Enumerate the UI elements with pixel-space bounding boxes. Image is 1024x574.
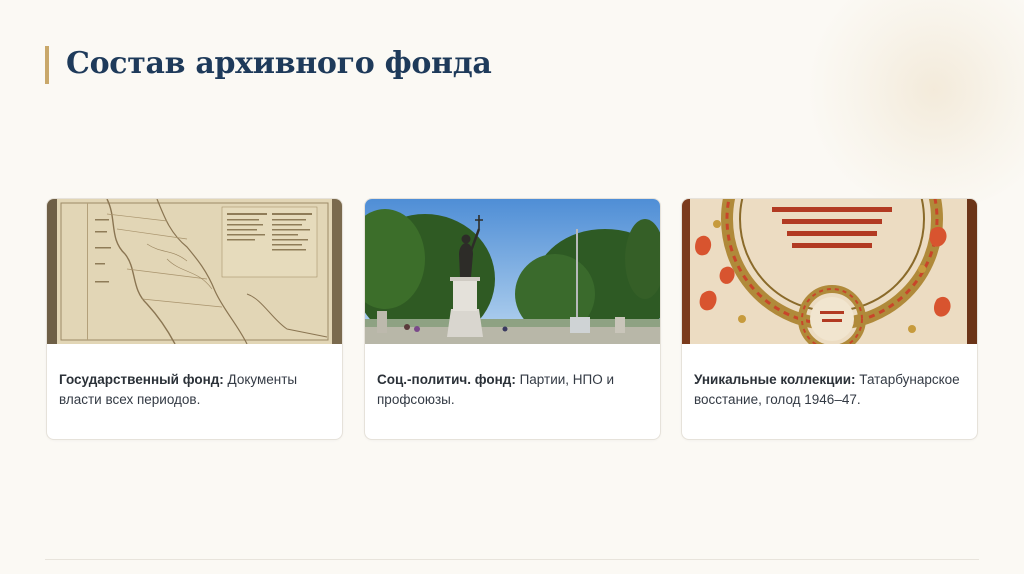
card-label: Соц.-политич. фонд: <box>377 372 516 387</box>
card-description: Государственный фонд: Документы власти в… <box>47 344 342 410</box>
map-image <box>47 199 342 344</box>
card-label: Государственный фонд: <box>59 372 224 387</box>
page-title: Состав архивного фонда <box>66 46 492 81</box>
footer-divider <box>45 559 979 560</box>
card-description: Уникальные коллекции: Татарбунарское вос… <box>682 344 977 410</box>
manuscript-image <box>682 199 977 344</box>
title-accent-bar <box>45 46 49 84</box>
card-socio-political-fund: Соц.-политич. фонд: Партии, НПО и профсо… <box>364 198 661 440</box>
card-label: Уникальные коллекции: <box>694 372 856 387</box>
card-state-fund: Государственный фонд: Документы власти в… <box>46 198 343 440</box>
background-glow <box>804 0 1024 210</box>
card-description: Соц.-политич. фонд: Партии, НПО и профсо… <box>365 344 660 410</box>
card-unique-collections: Уникальные коллекции: Татарбунарское вос… <box>681 198 978 440</box>
monument-image <box>365 199 660 344</box>
